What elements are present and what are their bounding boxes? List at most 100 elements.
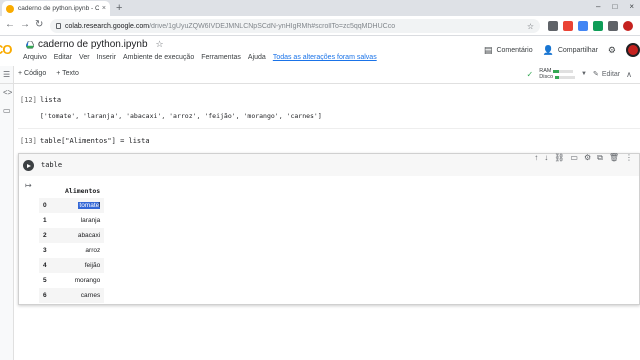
- insert-buttons: + Código + Texto: [18, 70, 79, 77]
- index-header: [39, 184, 61, 198]
- active-code-cell[interactable]: table ↑ ↓ ⛓ ▭ ⚙ ⧉ 🗑 ⋮ ↦ Alimentos 0 toma…: [18, 153, 640, 305]
- run-cell-button[interactable]: [23, 160, 34, 171]
- lock-icon: [56, 23, 61, 29]
- comment-icon: ▤: [483, 44, 493, 55]
- edit-label: Editar: [601, 70, 621, 78]
- cell-toolbar: ↑ ↓ ⛓ ▭ ⚙ ⧉ 🗑 ⋮: [534, 153, 633, 163]
- more-icon[interactable]: ⋮: [625, 153, 633, 163]
- extension-icon[interactable]: [548, 20, 558, 31]
- selected-value[interactable]: tomate: [78, 202, 101, 209]
- edit-button[interactable]: ✎ Editar: [592, 70, 621, 79]
- doc-title-row: caderno de python.ipynb ☆: [26, 39, 164, 50]
- menu-item-arquivo[interactable]: Arquivo: [23, 54, 47, 61]
- back-icon[interactable]: ←: [5, 19, 15, 31]
- maximize-icon[interactable]: □: [612, 2, 617, 11]
- url-host: colab.research.google.com: [65, 22, 150, 30]
- settings-gear-icon[interactable]: ⚙: [608, 45, 616, 56]
- extension-icon[interactable]: [578, 20, 588, 31]
- comment-icon[interactable]: ▭: [570, 153, 578, 163]
- disk-label: Disco: [539, 74, 554, 80]
- row-index: 5: [43, 277, 47, 284]
- connected-check-icon: ✓: [526, 69, 534, 79]
- runtime-dropdown-icon[interactable]: ▼: [581, 71, 587, 77]
- move-up-icon[interactable]: ↑: [534, 153, 538, 163]
- delete-icon[interactable]: 🗑: [609, 153, 619, 163]
- code-snippets-icon[interactable]: <>: [3, 88, 12, 97]
- play-icon: [27, 163, 31, 168]
- cell-code[interactable]: lista: [40, 96, 61, 104]
- menu-item-ambiente[interactable]: Ambiente de execução: [123, 54, 194, 61]
- share-button[interactable]: 👤 Compartilhar: [543, 45, 598, 56]
- row-value: carnes: [61, 288, 105, 303]
- drive-icon: [26, 40, 34, 49]
- cell-divider: [18, 128, 640, 129]
- row-value: arroz: [85, 247, 101, 254]
- settings-icon[interactable]: ⚙: [584, 153, 591, 163]
- disk-bar: [555, 76, 576, 79]
- url-path: /drive/1gUyuZQW6IVDEJMNLCNpSCdN-ynHIgRMh…: [149, 22, 396, 30]
- output-actions-icon[interactable]: ↦: [25, 181, 32, 190]
- code-cell[interactable]: [13] table["Alimentos"] = lista: [18, 136, 640, 150]
- comment-button[interactable]: ▤ Comentário: [484, 45, 533, 56]
- cell-code[interactable]: table["Alimentos"] = lista: [40, 137, 150, 145]
- extension-icons: ⋮: [548, 20, 640, 31]
- row-value: feijão: [61, 258, 105, 273]
- code-cell[interactable]: [12] lista ['tomate', 'laranja', 'abacax…: [18, 94, 640, 124]
- menu-item-ferramentas[interactable]: Ferramentas: [201, 54, 241, 61]
- table-row: 6 carnes: [39, 288, 105, 303]
- row-index: 3: [43, 247, 47, 254]
- table-row: 4 feijão: [39, 258, 105, 273]
- cell-code[interactable]: table: [41, 161, 62, 169]
- profile-icon[interactable]: [623, 20, 633, 31]
- pencil-icon: ✎: [592, 71, 599, 78]
- table-row: 3 arroz: [39, 243, 104, 258]
- add-text-button[interactable]: + Texto: [56, 70, 79, 77]
- share-people-icon: 👤: [542, 44, 554, 55]
- menu-item-inserir[interactable]: Inserir: [97, 54, 116, 61]
- window-controls: – □ ×: [596, 2, 634, 11]
- bookmark-star-icon[interactable]: ☆: [527, 22, 534, 31]
- tab-close-icon[interactable]: ×: [102, 5, 106, 12]
- move-down-icon[interactable]: ↓: [544, 153, 548, 163]
- extension-icon[interactable]: [593, 20, 603, 31]
- menu-item-editar[interactable]: Editar: [54, 54, 72, 61]
- row-index: 1: [43, 217, 47, 224]
- column-header: Alimentos: [65, 187, 101, 195]
- minimize-icon[interactable]: –: [596, 2, 600, 11]
- resource-meter[interactable]: RAM Disco: [539, 68, 576, 80]
- colab-logo[interactable]: CO: [0, 42, 12, 57]
- files-icon[interactable]: ▭: [3, 106, 11, 115]
- add-code-button[interactable]: + Código: [18, 70, 46, 77]
- execution-count: [13]: [20, 137, 37, 145]
- collapse-icon[interactable]: ∧: [626, 70, 632, 79]
- row-value: abacaxi: [61, 228, 105, 243]
- header-actions: ▤ Comentário 👤 Compartilhar ⚙: [484, 43, 640, 57]
- colab-favicon-icon: [6, 4, 14, 13]
- dataframe-table: Alimentos 0 tomateI 1 laranja 2 abacaxi …: [39, 184, 105, 303]
- saved-status-link[interactable]: Todas as alterações foram salvas: [273, 54, 377, 61]
- reload-icon[interactable]: ↻: [35, 19, 43, 31]
- colab-header: CO caderno de python.ipynb ☆ Arquivo Edi…: [0, 36, 640, 66]
- forward-icon[interactable]: →: [20, 19, 30, 31]
- new-tab-button[interactable]: +: [116, 2, 122, 14]
- notebook-title[interactable]: caderno de python.ipynb: [38, 39, 148, 50]
- comment-label: Comentário: [496, 46, 533, 54]
- row-index: 2: [39, 228, 61, 243]
- menu-item-ver[interactable]: Ver: [79, 54, 90, 61]
- user-avatar[interactable]: [626, 43, 640, 57]
- menu-item-ajuda[interactable]: Ajuda: [248, 54, 266, 61]
- address-bar[interactable]: colab.research.google.com /drive/1gUyuZQ…: [50, 19, 540, 33]
- mirror-icon[interactable]: ⧉: [597, 153, 603, 163]
- extensions-puzzle-icon[interactable]: [608, 20, 618, 31]
- row-index: 4: [39, 258, 61, 273]
- close-window-icon[interactable]: ×: [629, 2, 634, 11]
- link-icon[interactable]: ⛓: [554, 153, 564, 163]
- row-value: laranja: [80, 217, 101, 224]
- tab-title: caderno de python.ipynb - Cola: [18, 5, 99, 12]
- browser-tab[interactable]: caderno de python.ipynb - Cola ×: [2, 1, 110, 16]
- star-icon[interactable]: ☆: [156, 39, 164, 50]
- extension-icon[interactable]: [563, 20, 573, 31]
- table-row: 1 laranja: [39, 213, 104, 228]
- browser-toolbar: ← → ↻ colab.research.google.com /drive/1…: [0, 16, 640, 36]
- left-sidebar: ☰ <> ▭: [0, 66, 14, 360]
